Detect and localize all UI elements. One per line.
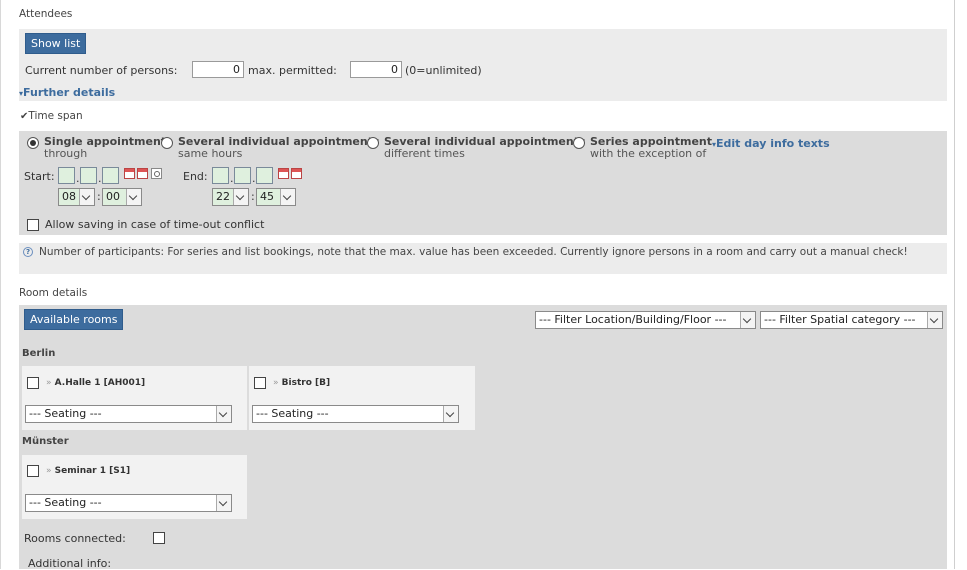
chevron-right-icon: » (46, 466, 52, 476)
chevron-down-icon (280, 189, 295, 205)
chevron-down-icon (216, 406, 231, 422)
filter-category-value: --- Filter Spatial category --- (764, 313, 916, 326)
max-permitted-input[interactable]: 0 (350, 61, 402, 78)
option-subtitle: with the exception of (590, 147, 707, 160)
participants-note-panel: ? Number of participants: For series and… (19, 243, 947, 274)
seating-select[interactable]: --- Seating --- (25, 405, 232, 423)
calendar-range-icon[interactable] (291, 168, 302, 179)
attendees-section-title: Attendees (19, 8, 73, 20)
seating-select[interactable]: --- Seating --- (25, 494, 232, 512)
end-month-field[interactable] (234, 167, 251, 184)
rooms-connected-label: Rooms connected: (24, 532, 126, 545)
room-select-checkbox[interactable] (254, 377, 266, 389)
end-year-field[interactable] (256, 167, 273, 184)
room-link[interactable]: » A.Halle 1 [AH001] (46, 378, 145, 388)
date-separator: . (76, 172, 80, 185)
calendar-icon[interactable] (278, 168, 289, 179)
room-select-checkbox[interactable] (27, 377, 39, 389)
room-details-section-title: Room details (19, 287, 88, 299)
series-appointment-radio[interactable] (573, 137, 585, 149)
room-name: Bistro [B] (281, 378, 331, 388)
time-separator: : (251, 190, 255, 203)
attendees-panel: Show list Current number of persons: 0 m… (19, 29, 947, 101)
filter-location-select[interactable]: --- Filter Location/Building/Floor --- (535, 311, 756, 329)
time-span-label: Time span (28, 110, 83, 122)
date-separator: . (230, 172, 234, 185)
end-hour-value: 22 (216, 190, 230, 203)
room-card: » A.Halle 1 [AH001] --- Seating --- (22, 366, 247, 430)
booking-form: Attendees Show list Current number of pe… (0, 0, 955, 570)
start-label: Start: (24, 170, 55, 183)
unlimited-hint: (0=unlimited) (405, 64, 482, 77)
chevron-down-icon (443, 406, 458, 422)
calendar-search-icon[interactable] (151, 168, 162, 179)
start-minute-value: 00 (106, 190, 120, 203)
city-heading-muenster: Münster (22, 436, 69, 447)
participants-note: Number of participants: For series and l… (39, 246, 908, 258)
chevron-down-icon (740, 312, 755, 328)
end-hour-select[interactable]: 22 (212, 188, 249, 206)
show-list-button[interactable]: Show list (25, 33, 87, 54)
start-hour-select[interactable]: 08 (58, 188, 95, 206)
edit-day-info-link[interactable]: ▾Edit day info texts (712, 137, 830, 150)
max-permitted-label: max. permitted: (248, 64, 337, 77)
start-day-field[interactable] (58, 167, 75, 184)
end-label: End: (183, 170, 208, 183)
date-separator: . (98, 172, 102, 185)
room-link[interactable]: » Bistro [B] (273, 378, 330, 388)
room-name: A.Halle 1 [AH001] (54, 378, 146, 388)
chevron-right-icon: » (273, 378, 279, 388)
chevron-down-icon (233, 189, 248, 205)
calendar-range-icon[interactable] (137, 168, 148, 179)
option-subtitle: different times (384, 147, 465, 160)
chevron-down-icon (79, 189, 94, 205)
room-name: Seminar 1 [S1] (54, 466, 131, 476)
date-separator: . (252, 172, 256, 185)
end-minute-value: 45 (260, 190, 274, 203)
room-card: » Seminar 1 [S1] --- Seating --- (22, 455, 247, 519)
chevron-down-icon (216, 495, 231, 511)
further-details-link[interactable]: ▾Further details (19, 86, 115, 99)
info-icon: ? (23, 247, 33, 257)
seating-value: --- Seating --- (256, 407, 329, 420)
time-separator: : (97, 190, 101, 203)
allow-saving-label: Allow saving in case of time-out conflic… (45, 218, 265, 231)
seating-value: --- Seating --- (29, 407, 102, 420)
further-details-label: Further details (23, 86, 116, 99)
current-persons-label: Current number of persons: (25, 64, 178, 77)
option-subtitle: through (44, 147, 88, 160)
time-span-section-title: ✔Time span (20, 110, 83, 122)
several-same-hours-radio[interactable] (161, 137, 173, 149)
chevron-down-icon (927, 312, 942, 328)
seating-select[interactable]: --- Seating --- (252, 405, 459, 423)
current-persons-input[interactable]: 0 (192, 61, 244, 78)
calendar-icon[interactable] (124, 168, 135, 179)
end-day-field[interactable] (212, 167, 229, 184)
room-select-checkbox[interactable] (27, 465, 39, 477)
room-details-panel: Available rooms --- Filter Location/Buil… (19, 305, 947, 570)
several-different-times-radio[interactable] (367, 137, 379, 149)
start-hour-value: 08 (62, 190, 76, 203)
available-rooms-button[interactable]: Available rooms (24, 309, 124, 330)
city-heading-berlin: Berlin (22, 348, 56, 359)
edit-day-info-label: Edit day info texts (716, 137, 830, 150)
option-subtitle: same hours (178, 147, 243, 160)
seating-value: --- Seating --- (29, 496, 102, 509)
rooms-connected-checkbox[interactable] (153, 532, 165, 544)
end-minute-select[interactable]: 45 (256, 188, 296, 206)
room-link[interactable]: » Seminar 1 [S1] (46, 466, 130, 476)
additional-info-label: Additional info: (28, 557, 112, 570)
filter-category-select[interactable]: --- Filter Spatial category --- (760, 311, 943, 329)
room-card: » Bistro [B] --- Seating --- (249, 366, 475, 430)
single-appointment-radio[interactable] (27, 137, 39, 149)
chevron-down-icon (126, 189, 141, 205)
time-span-panel: Single appointment through Several indiv… (19, 131, 947, 235)
chevron-right-icon: » (46, 378, 52, 388)
start-minute-select[interactable]: 00 (102, 188, 142, 206)
filter-location-value: --- Filter Location/Building/Floor --- (539, 313, 727, 326)
start-month-field[interactable] (80, 167, 97, 184)
allow-saving-checkbox[interactable] (27, 219, 39, 231)
start-year-field[interactable] (102, 167, 119, 184)
